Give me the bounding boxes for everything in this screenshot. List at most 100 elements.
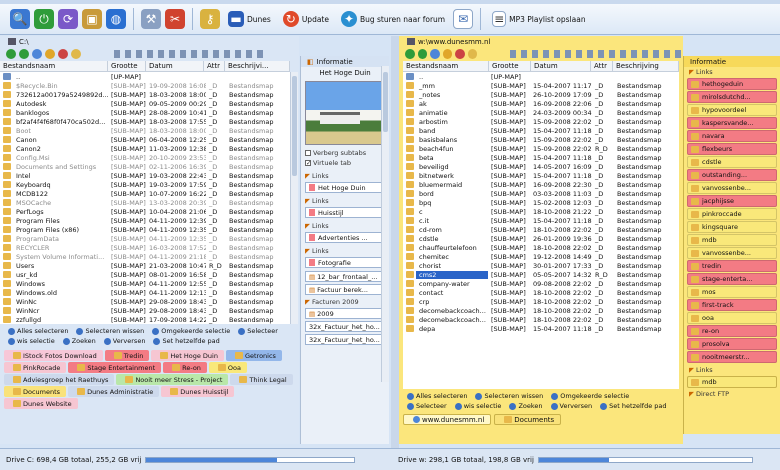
- table-row[interactable]: crp [SUB-MAP] 18-10-2008 22:02 _D Bestandsma…: [403, 297, 679, 306]
- link-item[interactable]: hethogeduin: [687, 78, 777, 90]
- table-row[interactable]: Intel [SUB-MAP] 19-03-2008 22:43 _D Bestands…: [0, 171, 290, 180]
- link-item[interactable]: re-on: [687, 325, 777, 337]
- column-size[interactable]: Grootte: [489, 61, 531, 71]
- table-row[interactable]: _notes [SUB-MAP] 26-10-2009 17:09 _D Bestand…: [403, 90, 679, 99]
- up-icon[interactable]: [442, 49, 453, 59]
- forward-icon[interactable]: [417, 49, 428, 59]
- link-item[interactable]: first-track: [687, 299, 777, 311]
- table-row[interactable]: Program Files (x86) [SUB-MAP] 04-11-2009 1…: [0, 225, 290, 234]
- table-row[interactable]: System Volume Informati... [SUB-MAP] 04-11…: [0, 252, 290, 261]
- link-item[interactable]: outstanding...: [687, 169, 777, 181]
- table-row[interactable]: band [SUB-MAP] 15-04-2007 11:18 _D Bestandsm…: [403, 126, 679, 135]
- action-2[interactable]: Omgekeerde selectie: [551, 392, 629, 400]
- link-item[interactable]: cdstle: [687, 156, 777, 168]
- table-row[interactable]: chemitec [SUB-MAP] 19-12-2008 14:49 _D Besta…: [403, 252, 679, 261]
- column-attr[interactable]: Attr: [204, 61, 225, 71]
- table-row[interactable]: bluemermaid [SUB-MAP] 16-09-2008 22:30 _D Be…: [403, 180, 679, 189]
- tab-5[interactable]: Stage Entertainment: [68, 362, 162, 373]
- table-row[interactable]: company-water [SUB-MAP] 09-08-2008 22:02 _D…: [403, 279, 679, 288]
- bug-report-button[interactable]: ✦ Bug sturen naar forum: [337, 11, 449, 27]
- tab-13[interactable]: Dunes Huisstijl: [161, 386, 235, 397]
- link-item[interactable]: navara: [687, 130, 777, 142]
- column-name[interactable]: Bestandsnaam: [0, 61, 108, 71]
- column-date[interactable]: Datum: [146, 61, 204, 71]
- power-icon[interactable]: ⏻: [34, 9, 54, 29]
- table-row[interactable]: Windows.old [SUB-MAP] 04-11-2009 12:13 _D Be…: [0, 288, 290, 297]
- new-folder-icon[interactable]: [71, 49, 81, 59]
- table-row[interactable]: beveiligd [SUB-MAP] 14-05-2007 16:09 _D Best…: [403, 162, 679, 171]
- column-attr[interactable]: Attr: [591, 61, 613, 71]
- tab-11[interactable]: Documents: [4, 386, 67, 397]
- left-scrollbar[interactable]: [290, 72, 298, 324]
- tab-6[interactable]: Re-on: [163, 362, 207, 373]
- collapse-icon[interactable]: ◤: [305, 172, 310, 180]
- mp3-playlist-button[interactable]: ≡ MP3 Playlist opslaan: [488, 11, 589, 27]
- table-row[interactable]: MCDB122 [SUB-MAP] 10-07-2009 16:22 _D Bestan…: [0, 189, 290, 198]
- column-date[interactable]: Datum: [531, 61, 591, 71]
- table-row[interactable]: ProgramData [SUB-MAP] 04-11-2009 12:35 _D Be…: [0, 234, 290, 243]
- info-scrollbar[interactable]: [381, 66, 389, 382]
- invoice-item[interactable]: 32x_Factuur_het_ho...: [305, 321, 385, 332]
- table-row[interactable]: WinNc [SUB-MAP] 29-08-2009 18:43 _D Bestands…: [0, 297, 290, 306]
- action-3[interactable]: Selecteer: [407, 402, 447, 410]
- table-row[interactable]: bord [SUB-MAP] 03-03-2008 11:03 _D Bestandsm…: [403, 189, 679, 198]
- link-item[interactable]: mos: [687, 286, 777, 298]
- table-row[interactable]: arbostim [SUB-MAP] 15-09-2008 22:02 _D Besta…: [403, 117, 679, 126]
- link-item[interactable]: tredin: [687, 260, 777, 272]
- direct-ftp-heading[interactable]: ◤ Direct FTP: [684, 389, 780, 399]
- action-1[interactable]: Selecteren wissen: [76, 327, 144, 335]
- link-item[interactable]: kingsquare: [687, 221, 777, 233]
- link-item[interactable]: vanvossenbe...: [687, 247, 777, 259]
- scroll-thumb[interactable]: [383, 72, 388, 132]
- back-icon[interactable]: [6, 49, 16, 59]
- table-row[interactable]: Documents and Settings [SUB-MAP] 02-11-200…: [0, 162, 290, 171]
- sync-icon[interactable]: ⟳: [58, 9, 78, 29]
- table-row[interactable]: ak [SUB-MAP] 16-09-2008 22:06 _D Bestandsmap: [403, 99, 679, 108]
- table-row[interactable]: contact [SUB-MAP] 18-10-2008 22:02 _D Bestan…: [403, 288, 679, 297]
- collapse-icon[interactable]: ◤: [305, 197, 310, 205]
- table-row[interactable]: usr_kd [SUB-MAP] 08-01-2009 16:58 _D Bestand…: [0, 270, 290, 279]
- collapse-icon[interactable]: ◤: [305, 222, 310, 230]
- link-item[interactable]: prosolva: [687, 338, 777, 350]
- link-item[interactable]: vanvossenbe...: [687, 182, 777, 194]
- new-folder-icon[interactable]: [467, 49, 478, 59]
- table-row[interactable]: chorist [SUB-MAP] 30-01-2007 17:33 _D Bestan…: [403, 261, 679, 270]
- hammer-icon[interactable]: ⚒: [141, 9, 161, 29]
- column-name[interactable]: Bestandsnaam: [403, 61, 489, 71]
- tab-3[interactable]: Getronics: [225, 350, 282, 361]
- link-item[interactable]: nooitmeerstr...: [687, 351, 777, 363]
- action-7[interactable]: Set hetzelfde pad: [153, 337, 220, 345]
- tab-4[interactable]: PinkRocade: [4, 362, 67, 373]
- table-row[interactable]: _mm [SUB-MAP] 15-04-2007 11:17 _D Bestandsma…: [403, 81, 679, 90]
- left-path-bar[interactable]: C:\: [0, 36, 299, 47]
- column-size[interactable]: Grootte: [108, 61, 146, 71]
- table-row[interactable]: c.it [SUB-MAP] 15-04-2007 11:18 _D Bestandsm…: [403, 216, 679, 225]
- table-row[interactable]: depa [SUB-MAP] 15-04-2007 11:18 _D Bestandsm…: [403, 324, 679, 333]
- link-chip[interactable]: Advertenties ...: [305, 232, 385, 243]
- tab-12[interactable]: Dunes Administratie: [68, 386, 160, 397]
- link-item[interactable]: mdb: [687, 234, 777, 246]
- virtual-tab-checkbox[interactable]: ✓ Virtuele tab: [305, 158, 385, 168]
- link-item[interactable]: kaspersvande...: [687, 117, 777, 129]
- mail-icon[interactable]: ✉: [453, 9, 474, 29]
- package-icon[interactable]: ▣: [82, 9, 102, 29]
- table-row[interactable]: Config.Msi [SUB-MAP] 20-10-2009 23:53 _D Bes…: [0, 153, 290, 162]
- table-row[interactable]: 732612a00179a5249892d... [SUB-MAP] 18-03-2…: [0, 90, 290, 99]
- table-row[interactable]: basisbalans [SUB-MAP] 15-09-2008 22:02 _D Be…: [403, 135, 679, 144]
- link-item[interactable]: ooa: [687, 312, 777, 324]
- table-row[interactable]: beach4fun [SUB-MAP] 15-09-2008 22:02 R_D Bes…: [403, 144, 679, 153]
- action-4[interactable]: wis selectie: [454, 402, 501, 410]
- link-chip[interactable]: Fotografie: [305, 257, 385, 268]
- globe-icon[interactable]: ◍: [106, 9, 126, 29]
- table-row[interactable]: decomebackcoach... [SUB-MAP] 18-10-2008 22…: [403, 306, 679, 315]
- table-row[interactable]: Program Files [SUB-MAP] 04-11-2009 12:39 _D…: [0, 216, 290, 225]
- tab-1[interactable]: Tredin: [104, 350, 150, 361]
- year-select[interactable]: ▤ 2009: [305, 308, 385, 319]
- table-row[interactable]: cdstle [SUB-MAP] 26-01-2009 19:36 _D Bestand…: [403, 234, 679, 243]
- file-item[interactable]: ▤ Factuur berek...: [305, 284, 385, 295]
- table-row[interactable]: PerfLogs [SUB-MAP] 10-04-2008 21:06 _D Besta…: [0, 207, 290, 216]
- table-row[interactable]: bf2af4f4f68f0f470ca502d... [SUB-MAP] 18-03…: [0, 117, 290, 126]
- column-desc[interactable]: Beschrijving: [613, 61, 679, 71]
- collapse-icon[interactable]: ◤: [305, 247, 310, 255]
- link-item-mdb[interactable]: mdb: [687, 376, 777, 388]
